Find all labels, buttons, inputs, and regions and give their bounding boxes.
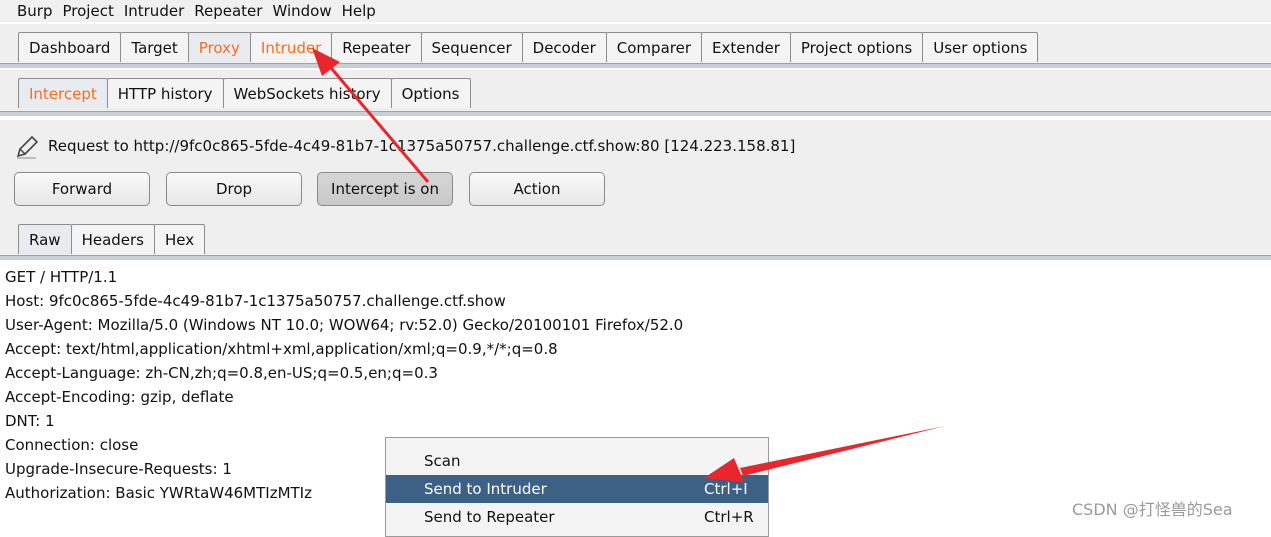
arrow-to-send-to-intruder <box>704 426 945 482</box>
annotation-arrows <box>312 48 945 482</box>
arrow-to-intruder-tab <box>312 48 430 183</box>
watermark: CSDN @打怪兽的Sea <box>1072 500 1233 519</box>
